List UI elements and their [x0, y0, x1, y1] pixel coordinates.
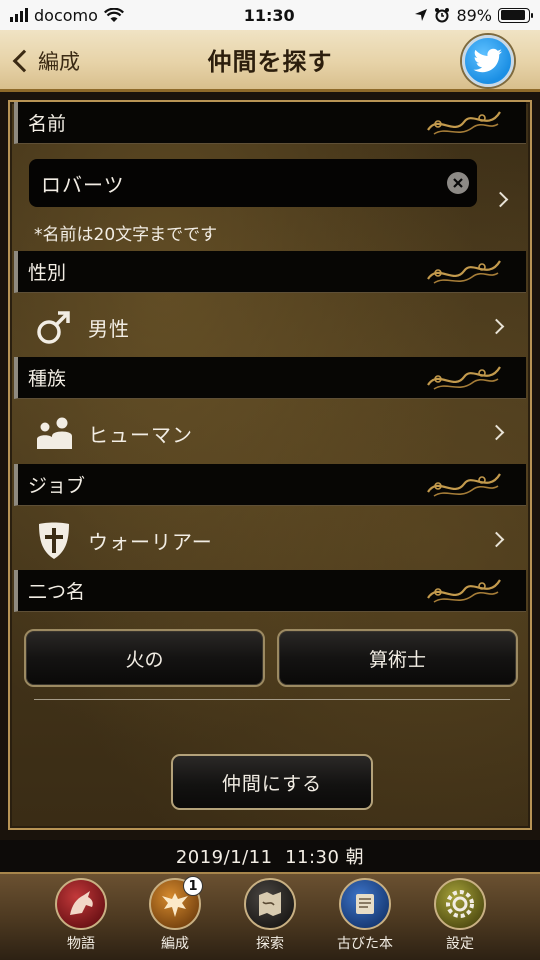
section-title: 二つ名 [28, 581, 86, 603]
title-suffix-label: 算術士 [368, 648, 426, 671]
tab-old-book[interactable]: 古びた本 [330, 878, 400, 960]
tab-label: 設定 [446, 936, 474, 952]
tab-party[interactable]: 1 編成 [140, 876, 210, 960]
name-input[interactable]: ロバーツ [29, 159, 477, 207]
human-icon [34, 413, 74, 453]
job-row[interactable]: ウォーリアー [14, 512, 526, 568]
gender-value: 男性 [88, 316, 130, 341]
eagle-icon: 1 [149, 876, 203, 930]
flourish-ornament-icon [427, 366, 501, 390]
chevron-right-icon [488, 424, 505, 441]
status-time: 11:30 [243, 5, 295, 25]
tab-settings[interactable]: 設定 [425, 878, 495, 960]
back-label: 編成 [38, 50, 80, 74]
section-header-job: ジョブ [14, 464, 526, 506]
tab-label: 物語 [67, 936, 95, 952]
flourish-ornament-icon [427, 473, 501, 497]
recruit-label: 仲間にする [221, 772, 323, 795]
wifi-icon [103, 7, 124, 22]
close-icon [453, 178, 463, 188]
tab-label: 探索 [256, 936, 284, 952]
chevron-right-icon[interactable] [492, 191, 509, 208]
datetime-label: 2019/1/11 11:30 朝 [175, 847, 365, 868]
title-prefix-label: 火の [125, 648, 164, 671]
back-button[interactable]: 編成 [10, 43, 80, 79]
section-header-title: 二つ名 [14, 570, 526, 612]
signal-icon [10, 8, 28, 22]
notification-badge: 1 [183, 876, 203, 896]
tab-bar: 物語 1 編成 探索 古びた本 設定 [0, 872, 540, 960]
page-title: 仲間を探す [207, 48, 333, 76]
section-header-name: 名前 [14, 102, 526, 144]
carrier-label: docomo [34, 5, 98, 25]
battery-percent: 89% [456, 5, 492, 25]
game-datetime: 2019/1/11 11:30 朝 [0, 840, 540, 872]
title-prefix-button[interactable]: 火の [24, 629, 265, 687]
battery-icon [498, 7, 533, 23]
location-icon [415, 9, 428, 21]
alarm-icon [435, 8, 450, 23]
flourish-ornament-icon [427, 579, 501, 603]
chevron-right-icon [488, 531, 505, 548]
flourish-ornament-icon [427, 111, 501, 135]
search-panel: 名前 ロバーツ *名前は20文字までです 性別 男性 種族 ヒューマン ジョブ … [8, 100, 532, 830]
clear-input-button[interactable] [447, 172, 469, 194]
recruit-button[interactable]: 仲間にする [171, 754, 373, 810]
section-header-race: 種族 [14, 357, 526, 399]
tab-explore[interactable]: 探索 [235, 878, 305, 960]
twitter-icon [473, 48, 502, 73]
gear-icon [434, 878, 486, 930]
scroll-icon [339, 878, 391, 930]
tab-story[interactable]: 物語 [46, 878, 116, 960]
chevron-right-icon [488, 318, 505, 335]
name-value: ロバーツ [41, 172, 125, 197]
nav-header: 編成 仲間を探す [0, 30, 540, 92]
race-value: ヒューマン [88, 422, 193, 447]
section-title: 性別 [28, 262, 67, 284]
flourish-ornament-icon [427, 260, 501, 284]
section-title: 種族 [28, 368, 67, 390]
section-title: ジョブ [28, 475, 86, 497]
map-icon [244, 878, 296, 930]
battery-level [500, 10, 525, 20]
divider [34, 699, 510, 700]
male-icon [34, 307, 74, 347]
shield-icon [34, 520, 74, 560]
tab-label: 編成 [161, 936, 189, 952]
title-suffix-button[interactable]: 算術士 [277, 629, 518, 687]
section-header-gender: 性別 [14, 251, 526, 293]
name-length-note: *名前は20文字までです [34, 225, 218, 245]
chevron-left-icon [12, 49, 36, 73]
job-value: ウォーリアー [88, 529, 213, 554]
section-title: 名前 [28, 113, 67, 135]
tab-label: 古びた本 [337, 936, 393, 952]
status-bar: docomo 11:30 89% [0, 0, 540, 30]
griffin-icon [55, 878, 107, 930]
twitter-share-button[interactable] [462, 35, 514, 87]
race-row[interactable]: ヒューマン [14, 405, 526, 461]
gender-row[interactable]: 男性 [14, 299, 526, 355]
